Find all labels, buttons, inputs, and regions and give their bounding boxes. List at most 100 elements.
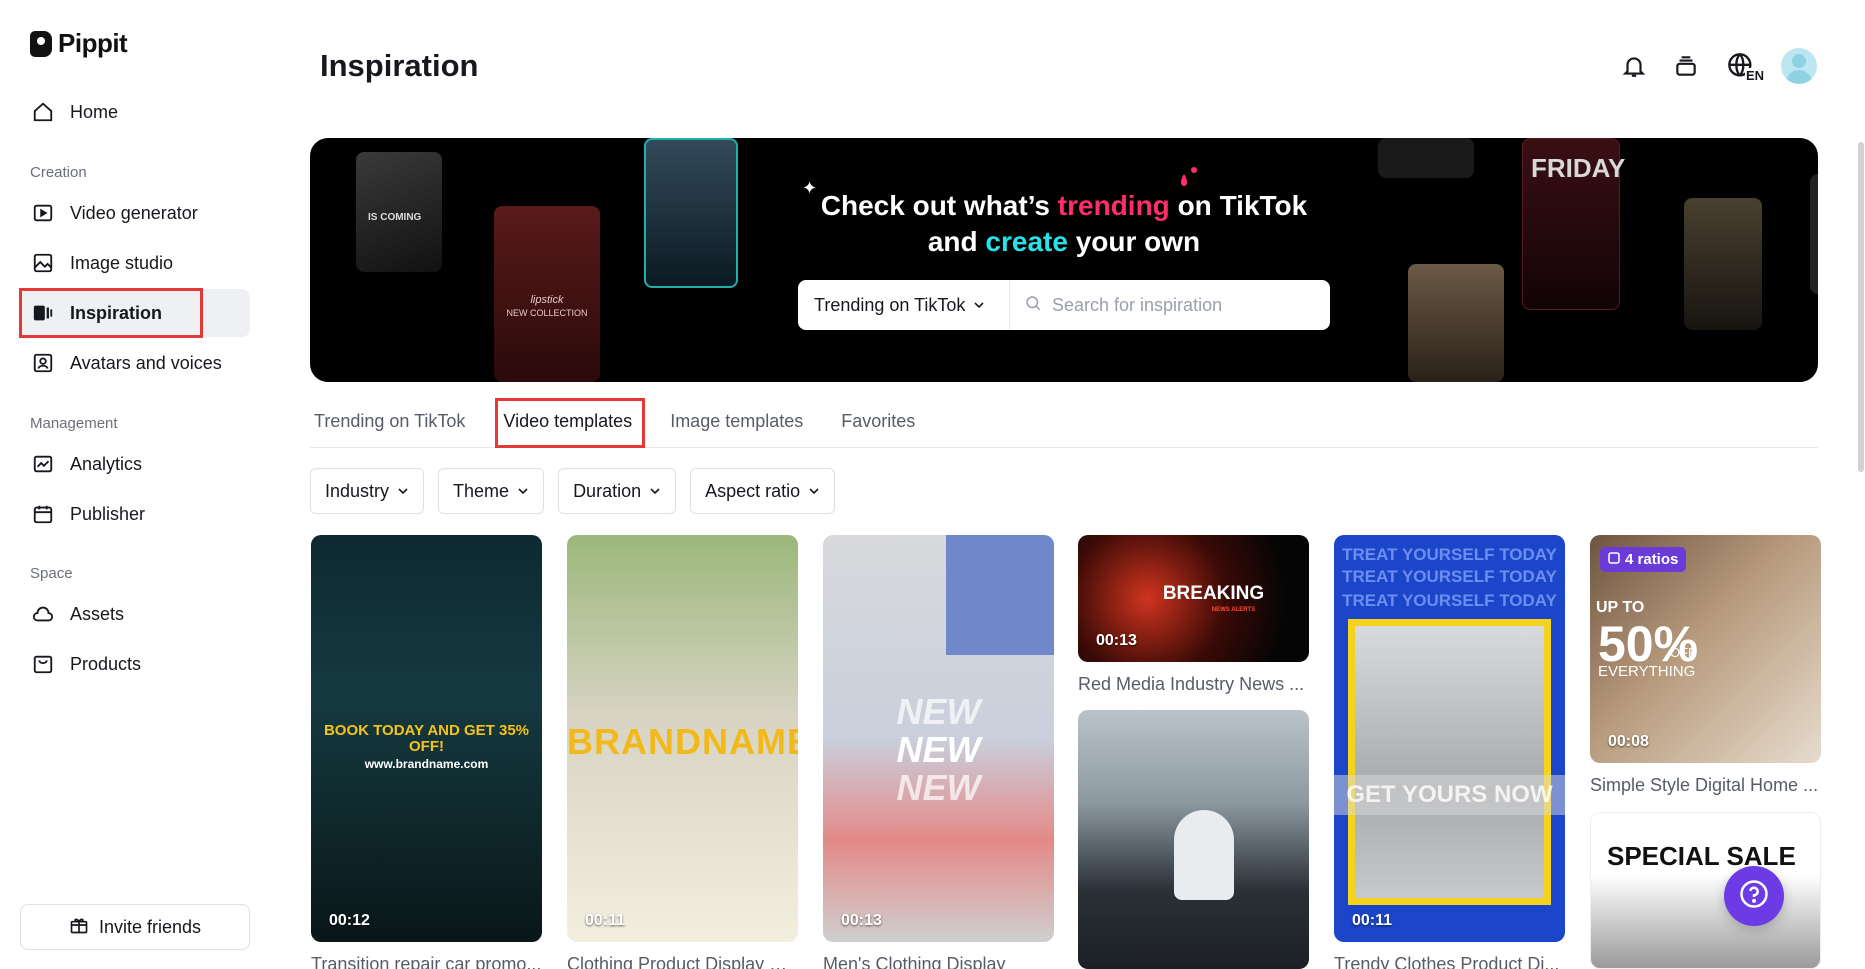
language-globe-icon[interactable]: EN	[1723, 51, 1765, 83]
section-title-space: Space	[30, 565, 73, 582]
template-card[interactable]: 4 ratios UP TO 50% OFF EVERYTHING 00:08 …	[1590, 535, 1821, 796]
page-scrollbar[interactable]	[1858, 142, 1864, 472]
chevron-down-icon	[649, 481, 661, 502]
sidebar-item-home[interactable]: Home	[20, 88, 250, 136]
filter-industry[interactable]: Industry	[310, 468, 425, 514]
thumb-overlay-text: NEW	[896, 691, 981, 732]
filter-label: Aspect ratio	[705, 480, 801, 501]
thumb-overlay-text: GET YOURS NOW	[1334, 775, 1565, 815]
filter-label: Duration	[573, 480, 642, 501]
sidebar-item-publisher[interactable]: Publisher	[20, 490, 250, 538]
search-placeholder: Search for inspiration	[1052, 294, 1223, 315]
avatar[interactable]	[1781, 48, 1817, 84]
banner-headline: Check out what’s trending on TikTok and …	[310, 188, 1818, 260]
brand-logo[interactable]: Pippit	[30, 28, 128, 59]
filter-bar: Industry Theme Duration Aspect ratio	[310, 468, 836, 514]
content-tabs: Trending on TikTok Video templates Image…	[310, 396, 1818, 448]
template-thumbnail[interactable]: BREAKING NEWS ALERTS 00:13	[1078, 535, 1309, 662]
search-input[interactable]: Search for inspiration	[1010, 294, 1330, 317]
template-thumbnail[interactable]: TREAT YOURSELF TODAY TREAT YOURSELF TODA…	[1334, 535, 1565, 942]
duration-badge: 00:13	[1096, 632, 1137, 649]
filter-label: Industry	[325, 480, 390, 501]
banner-photo	[1408, 264, 1504, 382]
calendar-icon	[30, 501, 56, 527]
ratio-icon	[1608, 551, 1620, 568]
help-button[interactable]	[1724, 866, 1784, 926]
template-card[interactable]: BRANDNAME 00:11 Clothing Product Display…	[567, 535, 798, 969]
sidebar-item-inspiration[interactable]: Inspiration	[20, 289, 250, 337]
thumb-overlay-text: www.brandname.com	[364, 757, 489, 771]
template-thumbnail[interactable]: NEW NEW NEW 00:13	[823, 535, 1054, 942]
thumb-overlay-text: NEWS ALERTS	[1211, 607, 1256, 613]
chevron-down-icon	[973, 295, 985, 316]
sidebar-item-products[interactable]: Products	[20, 640, 250, 688]
template-card[interactable]: BOOK TODAY AND GET 35% OFF! www.brandnam…	[311, 535, 542, 969]
cloud-icon	[30, 601, 56, 627]
sidebar-item-video-generator[interactable]: Video generator	[20, 189, 250, 237]
stack-icon[interactable]	[1671, 51, 1701, 81]
chevron-down-icon	[808, 481, 820, 502]
tab-trending-on-tiktok[interactable]: Trending on TikTok	[310, 405, 469, 438]
invite-friends-label: Invite friends	[98, 916, 202, 937]
inspiration-icon	[30, 300, 56, 326]
thumb-color-block	[946, 535, 1054, 655]
sidebar-item-assets[interactable]: Assets	[20, 590, 250, 638]
header-actions: EN	[1619, 48, 1817, 84]
ratio-badge: 4 ratios	[1600, 547, 1687, 572]
invite-friends-button[interactable]: Invite friends	[20, 904, 250, 950]
template-thumbnail[interactable]: BOOK TODAY AND GET 35% OFF! www.brandnam…	[311, 535, 542, 942]
language-code: EN	[1744, 68, 1765, 83]
duration-badge: 00:11	[585, 912, 626, 929]
headline-create: create	[985, 226, 1068, 257]
banner-photo-text: NEW COLLECTION	[506, 308, 588, 318]
thumb-figure	[1174, 810, 1234, 900]
banner-photo	[1378, 138, 1474, 178]
chevron-down-icon	[397, 481, 409, 502]
thumb-overlay-text: TREAT YOURSELF TODAY	[1342, 567, 1557, 586]
search-icon	[1024, 294, 1042, 317]
template-card[interactable]: TREAT YOURSELF TODAY TREAT YOURSELF TODA…	[1334, 535, 1565, 969]
template-thumbnail[interactable]: 4 ratios UP TO 50% OFF EVERYTHING 00:08	[1590, 535, 1821, 763]
home-icon	[30, 99, 56, 125]
sidebar-item-label: Home	[70, 101, 119, 122]
page-title: Inspiration	[320, 48, 479, 83]
thumb-overlay-text: OFF	[1670, 645, 1696, 660]
filter-aspect-ratio[interactable]: Aspect ratio	[690, 468, 836, 514]
gift-icon	[69, 915, 89, 940]
duration-badge: 00:12	[329, 912, 370, 929]
headline-text: your own	[1067, 226, 1201, 257]
section-title-creation: Creation	[30, 164, 87, 181]
search-category-select[interactable]: Trending on TikTok	[798, 280, 1010, 330]
sidebar-item-avatars-and-voices[interactable]: Avatars and voices	[20, 339, 250, 387]
template-card[interactable]: SPECIAL SALE	[1590, 812, 1821, 969]
template-title: Trendy Clothes Product Di...	[1334, 954, 1560, 969]
sidebar-item-label: Assets	[70, 603, 125, 624]
sidebar-item-label: Publisher	[70, 503, 146, 524]
logo-icon	[30, 30, 52, 57]
sidebar-item-image-studio[interactable]: Image studio	[20, 239, 250, 287]
analytics-icon	[30, 451, 56, 477]
filter-duration[interactable]: Duration	[558, 468, 677, 514]
video-generator-icon	[30, 200, 56, 226]
ratio-badge-label: 4 ratios	[1625, 551, 1679, 568]
thumb-overlay-text: BREAKING	[1162, 583, 1265, 604]
brand-name: Pippit	[58, 28, 128, 58]
sidebar-item-analytics[interactable]: Analytics	[20, 440, 250, 488]
tab-video-templates[interactable]: Video templates	[499, 405, 636, 438]
hero-banner: IS COMING lipstick NEW COLLECTION FRIDAY…	[310, 138, 1818, 382]
help-icon	[1739, 879, 1769, 914]
template-thumbnail[interactable]: SPECIAL SALE	[1590, 812, 1821, 969]
template-thumbnail[interactable]	[1078, 710, 1309, 969]
tab-favorites[interactable]: Favorites	[837, 405, 919, 438]
headline-text: on TikTok	[1169, 190, 1308, 221]
template-card[interactable]: NEW NEW NEW 00:13 Men's Clothing Display	[823, 535, 1054, 969]
thumb-overlay-text: NEW	[896, 767, 981, 808]
bell-icon[interactable]	[1619, 51, 1649, 81]
template-card[interactable]: BREAKING NEWS ALERTS 00:13 Red Media Ind…	[1078, 535, 1309, 695]
template-card[interactable]	[1078, 710, 1309, 969]
thumb-overlay-text: TREAT YOURSELF TODAY	[1342, 591, 1557, 610]
filter-theme[interactable]: Theme	[438, 468, 545, 514]
template-thumbnail[interactable]: BRANDNAME 00:11	[567, 535, 798, 942]
banner-headline-line2: and create your own	[310, 224, 1818, 260]
tab-image-templates[interactable]: Image templates	[666, 405, 807, 438]
